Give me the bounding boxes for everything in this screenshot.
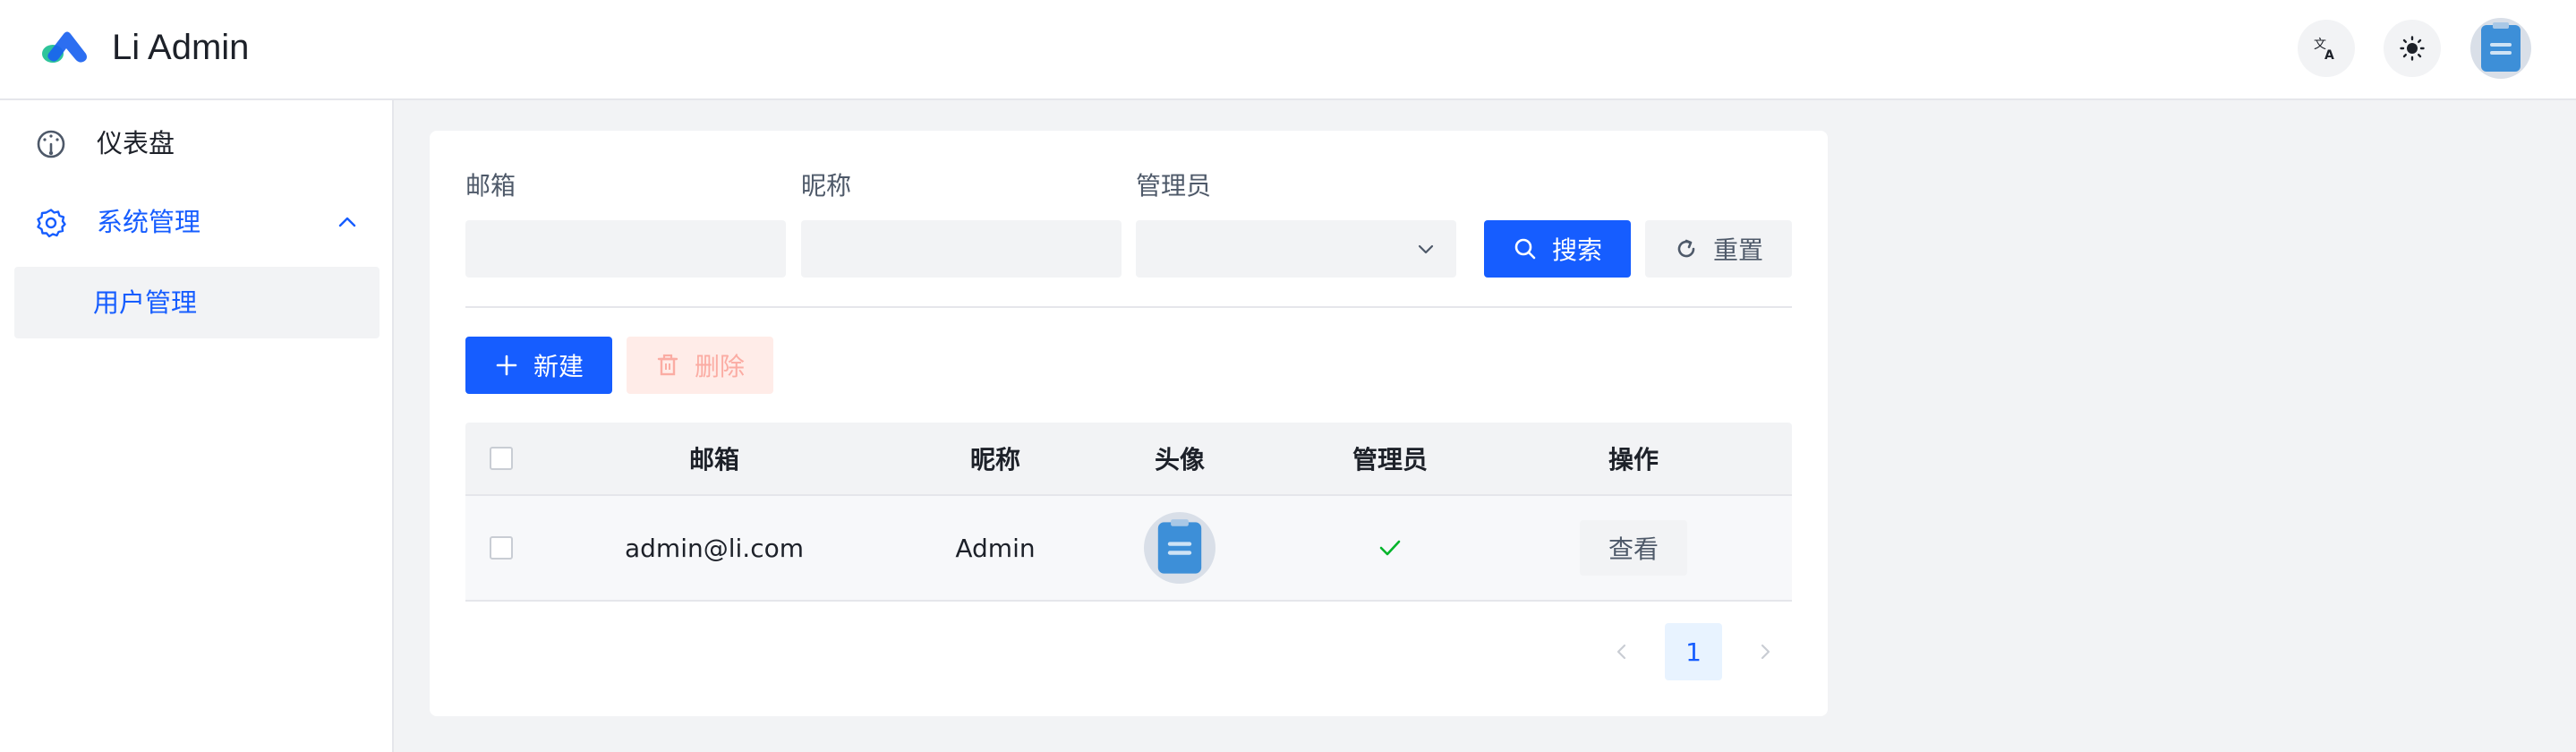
- avatar-cell: [1099, 496, 1260, 600]
- filter-divider: [465, 306, 1792, 308]
- logo-icon: [42, 31, 87, 63]
- column-header-nickname[interactable]: 昵称: [891, 423, 1099, 494]
- sidebar-item-label: 系统管理: [97, 207, 201, 237]
- chevron-down-icon: [1418, 244, 1434, 254]
- dashboard-gauge-icon: [37, 130, 65, 158]
- clipboard-avatar-icon: [1157, 519, 1202, 574]
- content-card: 邮箱 昵称 管理员 搜索 重置 新建 删除 邮箱 昵称 头像 管理员 操作 ad…: [430, 131, 1828, 716]
- translate-icon: 文 A: [2314, 38, 2334, 62]
- row-select-cell: [465, 496, 537, 600]
- check-icon: [1379, 540, 1401, 556]
- reset-button-label: 重置: [1712, 235, 1763, 265]
- email-filter-label: 邮箱: [465, 171, 516, 201]
- chevron-right-icon: [1761, 644, 1770, 660]
- admin-filter-label: 管理员: [1136, 171, 1212, 201]
- delete-button-label: 删除: [694, 352, 745, 381]
- gear-icon: [37, 209, 66, 238]
- email-cell: admin@li.com: [625, 533, 804, 563]
- search-button[interactable]: 搜索: [1484, 220, 1631, 278]
- sidebar: 仪表盘 系统管理 用户管理: [0, 100, 394, 752]
- clipboard-avatar-icon: [2481, 22, 2521, 72]
- sidebar-item-label: 仪表盘: [97, 128, 175, 158]
- language-button[interactable]: 文 A: [2298, 20, 2355, 77]
- user-avatar[interactable]: [2470, 18, 2531, 79]
- refresh-icon: [1677, 239, 1695, 258]
- nickname-cell: Admin: [955, 533, 1036, 563]
- plus-icon: [496, 355, 517, 376]
- app-title: Li Admin: [112, 28, 250, 67]
- column-header-avatar[interactable]: 头像: [1099, 423, 1260, 494]
- sun-icon: [2400, 36, 2425, 61]
- sidebar-item-user-management[interactable]: 用户管理: [14, 267, 380, 338]
- sidebar-item-dashboard[interactable]: 仪表盘: [14, 107, 380, 179]
- table-header: 邮箱 昵称 头像 管理员 操作: [465, 423, 1792, 496]
- select-all-checkbox[interactable]: [490, 447, 513, 470]
- table-row: admin@li.com Admin 查看: [465, 496, 1792, 602]
- chevron-left-icon: [1616, 644, 1626, 660]
- nickname-input[interactable]: [801, 220, 1122, 278]
- actions-cell: 查看: [1520, 496, 1747, 600]
- pagination-prev-button[interactable]: [1593, 623, 1651, 680]
- sidebar-item-label: 用户管理: [93, 287, 198, 318]
- row-checkbox[interactable]: [490, 536, 513, 560]
- svg-text:A: A: [2324, 48, 2334, 62]
- view-button[interactable]: 查看: [1580, 520, 1687, 576]
- delete-button[interactable]: 删除: [627, 337, 773, 394]
- select-all-cell: [465, 423, 537, 494]
- row-avatar[interactable]: [1144, 512, 1215, 584]
- chevron-up-icon: [338, 217, 356, 227]
- admin-select[interactable]: [1136, 220, 1456, 278]
- column-header-admin[interactable]: 管理员: [1260, 423, 1520, 494]
- pagination-page-1[interactable]: 1: [1665, 623, 1722, 680]
- nickname-filter-label: 昵称: [801, 171, 852, 201]
- theme-toggle-button[interactable]: [2384, 20, 2441, 77]
- sidebar-item-system-management[interactable]: 系统管理: [14, 186, 380, 258]
- pagination-next-button[interactable]: [1736, 623, 1794, 680]
- search-icon: [1514, 238, 1536, 260]
- column-header-email[interactable]: 邮箱: [537, 423, 891, 494]
- email-input[interactable]: [465, 220, 786, 278]
- top-header: Li Admin 文 A: [0, 0, 2576, 100]
- column-header-actions[interactable]: 操作: [1520, 423, 1747, 494]
- trash-icon: [657, 354, 678, 376]
- admin-cell: [1260, 496, 1520, 600]
- search-button-label: 搜索: [1551, 235, 1602, 265]
- reset-button[interactable]: 重置: [1645, 220, 1792, 278]
- new-button[interactable]: 新建: [465, 337, 612, 394]
- new-button-label: 新建: [533, 352, 584, 381]
